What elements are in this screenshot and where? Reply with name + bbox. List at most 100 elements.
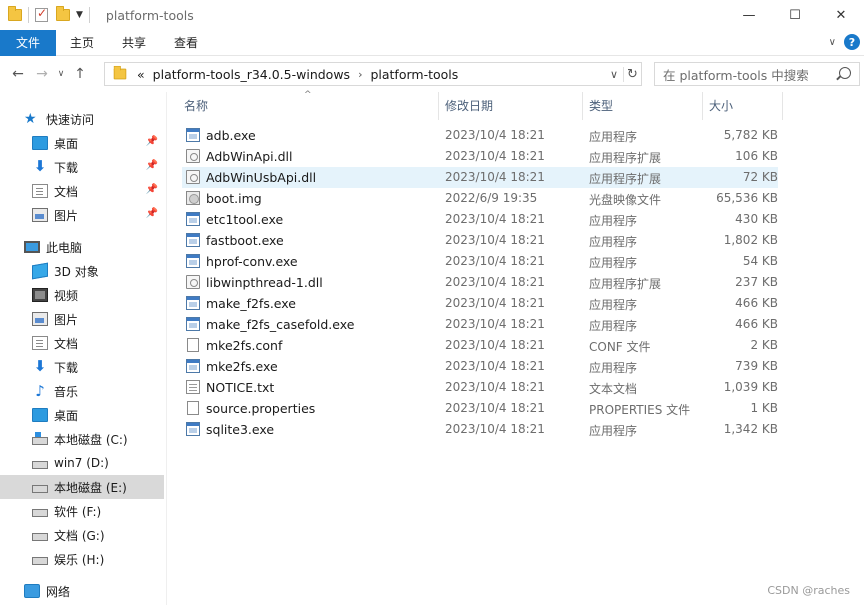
file-row[interactable]: hprof-conv.exe 2023/10/4 18:21 应用程序 54 KB [182,251,778,272]
sidebar-item-pictures-pc[interactable]: 图片 [0,307,164,331]
sidebar-item-documents[interactable]: 文档 📌 [0,179,164,203]
sidebar-item-desktop[interactable]: 桌面 📌 [0,131,164,155]
computer-icon [24,241,40,253]
sidebar-item-videos[interactable]: 视频 [0,283,164,307]
forward-arrow-icon[interactable]: → [30,66,54,82]
file-row[interactable]: make_f2fs_casefold.exe 2023/10/4 18:21 应用程… [182,314,778,335]
sidebar-item-drive-f[interactable]: 软件 (F:) [0,499,164,523]
file-size: 1,342 KB [723,422,778,436]
file-row[interactable]: sqlite3.exe 2023/10/4 18:21 应用程序 1,342 KB [182,419,778,440]
chevron-right-icon[interactable]: › [358,68,362,81]
sidebar-item-drive-c[interactable]: 本地磁盘 (C:) [0,427,164,451]
pin-icon[interactable]: 📌 [146,160,158,171]
column-resize-handle[interactable] [782,92,783,120]
column-header-size[interactable]: 大小 [709,92,779,118]
minimize-button[interactable]: — [726,0,772,30]
sidebar-item-network[interactable]: 网络 [0,579,164,603]
application-file-icon [186,296,200,310]
breadcrumb-item-parent[interactable]: platform-tools_r34.0.5-windows [153,67,350,82]
file-row[interactable]: mke2fs.exe 2023/10/4 18:21 应用程序 739 KB [182,356,778,377]
music-icon: ♪ [35,382,45,400]
expand-ribbon-icon[interactable]: ∨ [829,37,836,48]
sidebar-item-quick-access[interactable]: ★ 快速访问 [0,107,164,131]
pane-divider [166,92,167,605]
text-file-icon [186,380,200,394]
file-type: 应用程序 [589,214,638,228]
file-size: 1,039 KB [723,380,778,394]
sidebar-item-label: 快速访问 [46,112,95,127]
tab-home[interactable]: 主页 [56,30,108,56]
download-icon: ⬇ [33,357,47,375]
column-resize-handle[interactable] [582,92,583,120]
pin-icon[interactable]: 📌 [146,136,158,147]
sidebar-item-drive-g[interactable]: 文档 (G:) [0,523,164,547]
tab-share[interactable]: 共享 [108,30,160,56]
sidebar-item-label: 图片 [54,208,79,223]
new-folder-icon[interactable] [56,6,70,21]
sidebar-item-downloads-pc[interactable]: ⬇ 下载 [0,355,164,379]
customize-toolbar-dropdown-icon[interactable]: ▼ [76,10,83,20]
file-row[interactable]: NOTICE.txt 2023/10/4 18:21 文本文档 1,039 KB [182,377,778,398]
help-icon[interactable]: ? [844,34,860,50]
file-size: 1 KB [750,401,778,415]
folder-icon[interactable] [8,6,22,21]
file-row[interactable]: boot.img 2022/6/9 19:35 光盘映像文件 65,536 KB [182,188,778,209]
file-row[interactable]: source.properties 2023/10/4 18:21 PROPERTI… [182,398,778,419]
close-button[interactable]: ✕ [818,0,864,30]
file-row[interactable]: AdbWinApi.dll 2023/10/4 18:21 应用程序扩展 106 KB [182,146,778,167]
sidebar-item-3d-objects[interactable]: 3D 对象 [0,259,164,283]
quick-access-toolbar: ▼ [0,6,96,23]
breadcrumb-overflow[interactable]: « [137,67,145,82]
search-input[interactable]: 在 platform-tools 中搜索 [654,62,860,86]
refresh-icon[interactable]: ↻ [623,66,641,82]
sidebar-item-downloads[interactable]: ⬇ 下载 📌 [0,155,164,179]
application-file-icon [186,254,200,268]
file-row[interactable]: adb.exe 2023/10/4 18:21 应用程序 5,782 KB [182,125,778,146]
maximize-button[interactable]: ☐ [772,0,818,30]
back-arrow-icon[interactable]: ← [6,66,30,82]
file-row[interactable]: libwinpthread-1.dll 2023/10/4 18:21 应用程序扩展… [182,272,778,293]
file-row[interactable]: make_f2fs.exe 2023/10/4 18:21 应用程序 466 KB [182,293,778,314]
file-size: 1,802 KB [723,233,778,247]
sidebar-item-pictures[interactable]: 图片 📌 [0,203,164,227]
properties-icon[interactable] [35,6,48,22]
sidebar-item-desktop-pc[interactable]: 桌面 [0,403,164,427]
file-row[interactable]: mke2fs.conf 2023/10/4 18:21 CONF 文件 2 KB [182,335,778,356]
sidebar-item-drive-e[interactable]: 本地磁盘 (E:) [0,475,164,499]
sidebar-item-this-pc[interactable]: 此电脑 [0,235,164,259]
column-header-label: 类型 [589,98,614,113]
address-dropdown-chevron-icon[interactable]: ∨ [605,68,623,81]
disc-image-file-icon [186,191,200,205]
pin-icon[interactable]: 📌 [146,184,158,195]
file-row[interactable]: AdbWinUsbApi.dll 2023/10/4 18:21 应用程序扩展 72 … [182,167,778,188]
column-header-date[interactable]: 修改日期 [445,92,581,118]
address-bar[interactable]: « platform-tools_r34.0.5-windows › platf… [104,62,642,86]
file-size: 739 KB [735,359,778,373]
search-placeholder: 在 platform-tools 中搜索 [663,67,809,83]
file-row[interactable]: fastboot.exe 2023/10/4 18:21 应用程序 1,802 KB [182,230,778,251]
file-modified-date: 2023/10/4 18:21 [445,296,545,310]
up-arrow-icon[interactable]: ↑ [68,66,92,82]
file-row[interactable]: etc1tool.exe 2023/10/4 18:21 应用程序 430 KB [182,209,778,230]
column-resize-handle[interactable] [702,92,703,120]
column-header-type[interactable]: 类型 [589,92,701,118]
column-resize-handle[interactable] [438,92,439,120]
file-name: fastboot.exe [206,233,284,248]
pin-icon[interactable]: 📌 [146,208,158,219]
tab-view[interactable]: 查看 [160,30,212,56]
file-modified-date: 2022/6/9 19:35 [445,191,538,205]
tab-file[interactable]: 文件 [0,29,56,56]
file-size: 430 KB [735,212,778,226]
pictures-icon [32,312,48,326]
column-header-name[interactable]: 名称 [184,92,436,118]
sidebar-item-drive-h[interactable]: 娱乐 (H:) [0,547,164,571]
breadcrumb-item-current[interactable]: platform-tools [370,67,458,82]
file-type: 应用程序扩展 [589,151,662,165]
documents-icon [32,184,48,198]
search-icon[interactable] [839,67,851,79]
watermark: CSDN @raches [767,584,850,597]
recent-locations-chevron-icon[interactable]: ∨ [54,69,68,79]
sidebar-item-drive-d[interactable]: win7 (D:) [0,451,164,475]
sidebar-item-music[interactable]: ♪ 音乐 [0,379,164,403]
sidebar-item-documents-pc[interactable]: 文档 [0,331,164,355]
